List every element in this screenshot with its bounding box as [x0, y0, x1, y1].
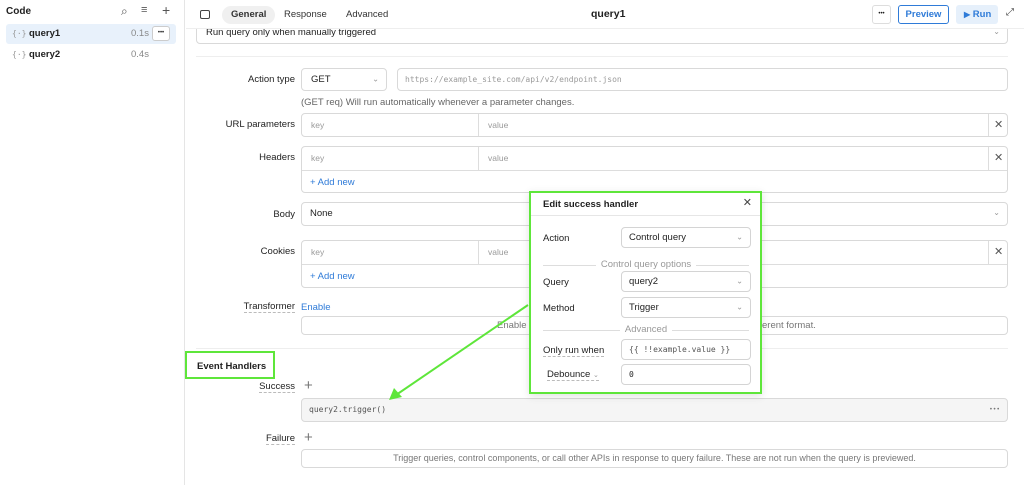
action-select[interactable]: Control query ⌄ [621, 227, 751, 248]
only-run-when-input[interactable]: {{ !!example.value }} [621, 339, 751, 360]
chevron-down-icon: ⌄ [736, 276, 743, 286]
chevron-down-icon: ⌄ [736, 232, 743, 242]
annotation-arrow [389, 304, 529, 400]
section-advanced: Advanced [543, 324, 749, 335]
query-label: Query [543, 277, 569, 288]
query-select[interactable]: query2 ⌄ [621, 271, 751, 292]
method-select[interactable]: Trigger ⌄ [621, 297, 751, 318]
edit-success-handler-popup: Edit success handler ✕ Action Control qu… [529, 191, 762, 394]
popup-title: Edit success handler [543, 199, 639, 210]
chevron-down-icon: ⌄ [736, 302, 743, 312]
action-value: Control query [629, 232, 687, 243]
arrow-head [389, 388, 402, 400]
method-label: Method [543, 303, 575, 314]
close-icon[interactable]: ✕ [743, 196, 752, 209]
chevron-down-icon: ⌄ [592, 372, 599, 379]
arrow-line [395, 304, 529, 396]
method-value: Trigger [629, 302, 659, 313]
debounce-label[interactable]: Debounce ⌄ [547, 369, 599, 381]
debounce-input[interactable]: 0 [621, 364, 751, 385]
only-run-when-label: Only run when [543, 345, 605, 357]
action-label: Action [543, 233, 570, 244]
query-value: query2 [629, 276, 659, 287]
section-control-query-options: Control query options [543, 259, 749, 270]
